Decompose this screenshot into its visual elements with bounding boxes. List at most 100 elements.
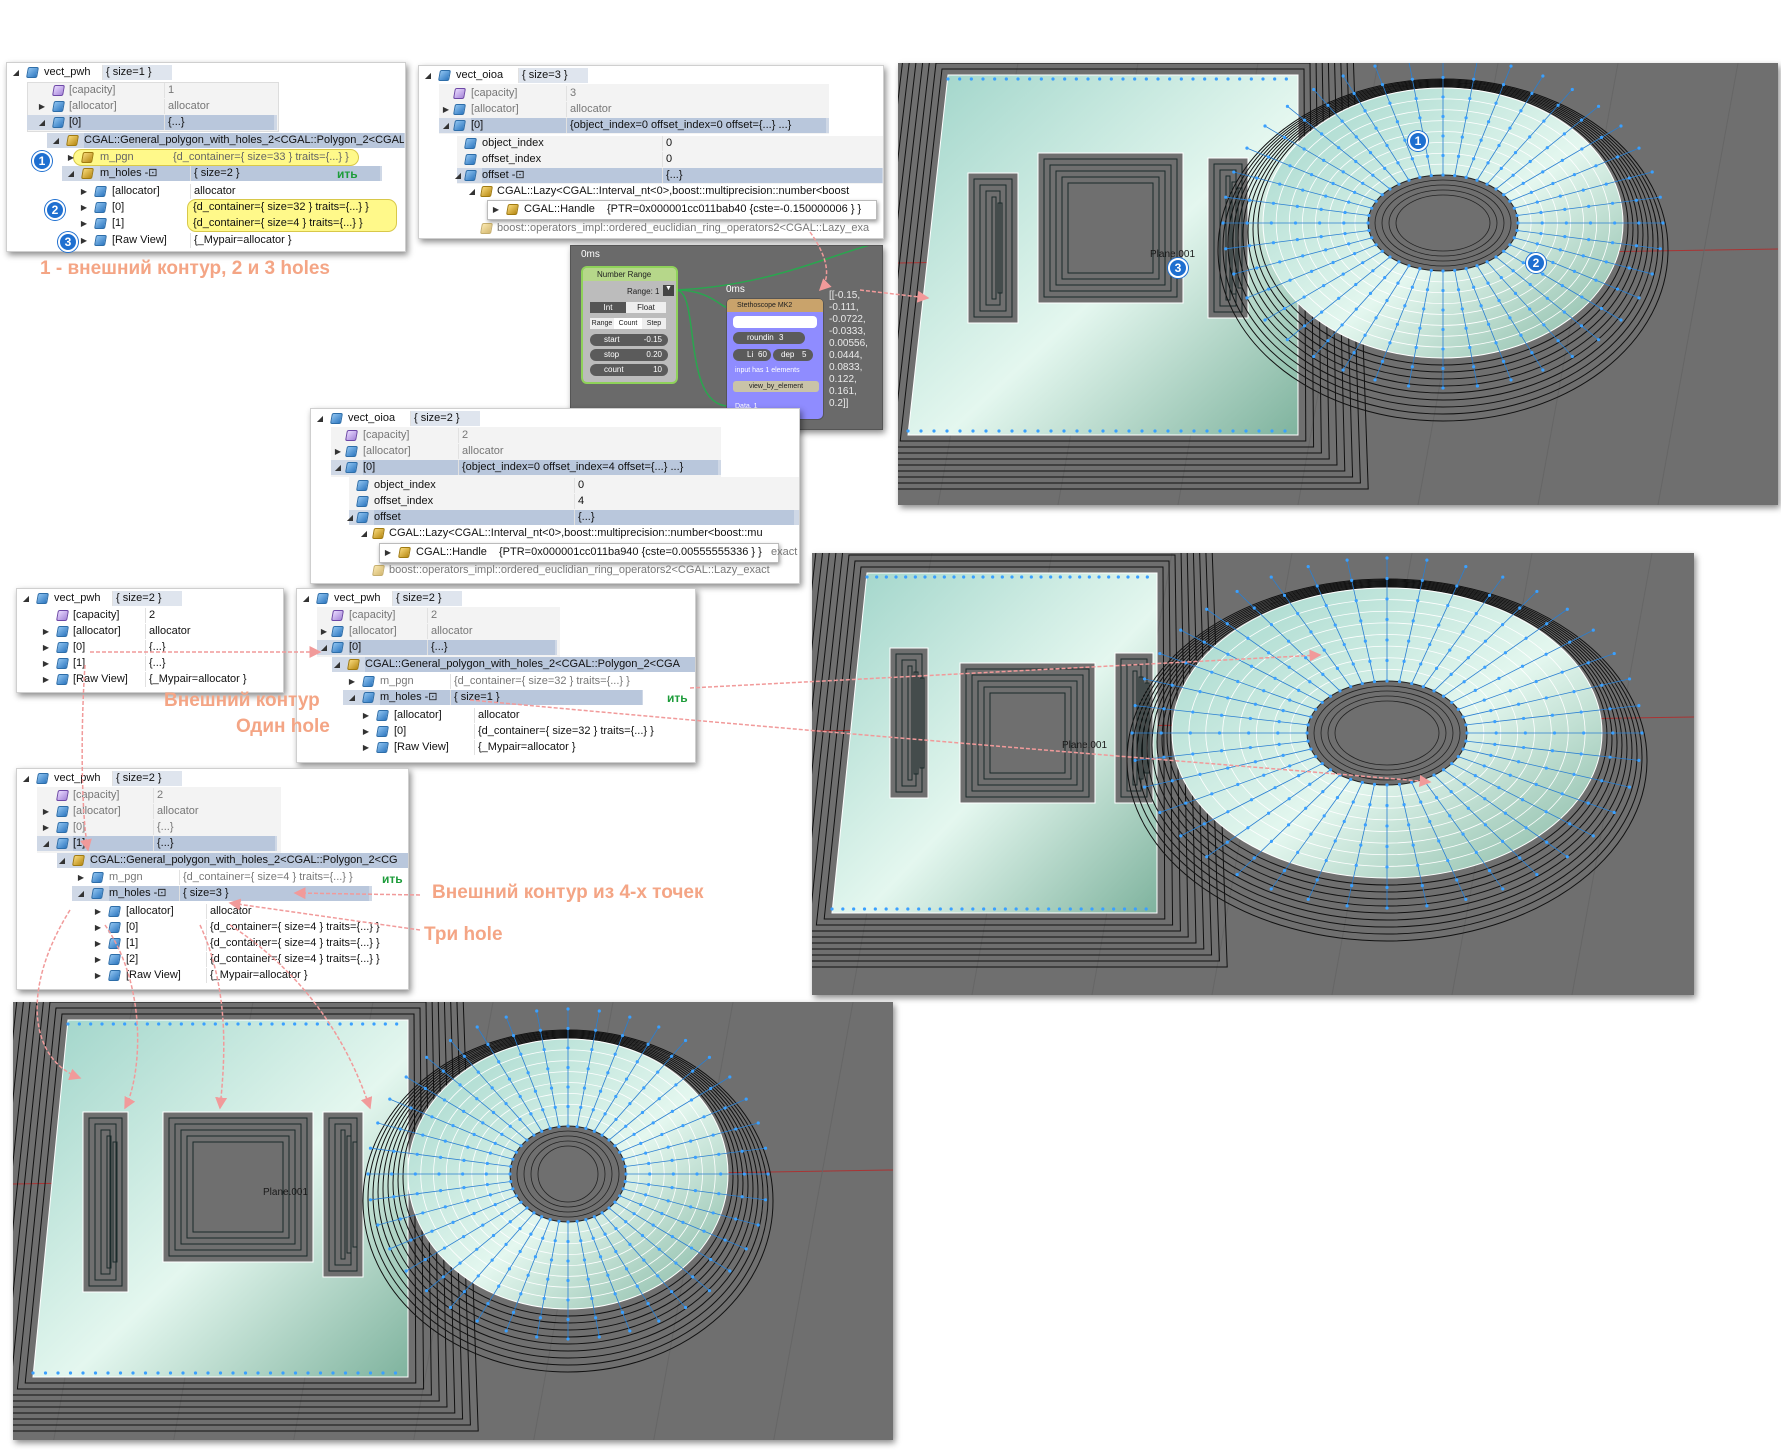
expand-triangle-icon[interactable]: ▶	[361, 724, 371, 739]
start-field[interactable]: start -0.15	[590, 334, 668, 346]
watch-row-offset[interactable]: ◢ offset {...}	[347, 510, 799, 525]
expand-triangle-icon[interactable]: ▶	[79, 184, 89, 199]
expand-triangle-icon[interactable]: ▶	[93, 952, 103, 967]
viewport-3d-top[interactable]: Plane.001 1 2 3	[898, 63, 1778, 505]
step-toggle[interactable]: Step	[642, 318, 666, 329]
viewport-3d-middle[interactable]: Plane.001	[812, 553, 1694, 995]
expand-triangle-icon[interactable]: ▶	[66, 150, 76, 165]
watch-row[interactable]: ▶ [1] {...}	[37, 656, 277, 671]
watch-row[interactable]: [capacity] 1	[27, 83, 277, 98]
dropdown-icon[interactable]: ▼	[663, 285, 674, 296]
watch-row-m-pgn[interactable]: ▶ m_pgn {d_container={ size=32 } traits={.…	[343, 674, 643, 689]
expand-triangle-icon[interactable]: ◢	[301, 591, 311, 606]
float-toggle[interactable]: Float	[626, 302, 666, 313]
watch-row[interactable]: ▶ [allocator] allocator	[37, 624, 277, 639]
expand-triangle-icon[interactable]: ◢	[51, 133, 61, 148]
watch-row-selected[interactable]: ◢ [0] {...}	[27, 115, 277, 130]
watch-row[interactable]: [capacity] 2	[37, 788, 277, 803]
watch-row-m-pgn[interactable]: ▶ m_pgn {d_container={ size=33 } traits={.…	[62, 150, 362, 165]
watch-row-offset[interactable]: ◢ offset -⊡ {...}	[455, 168, 883, 183]
watch-row[interactable]: ▶ [Raw View] {_Mypair=allocator }	[75, 233, 365, 248]
expand-triangle-icon[interactable]: ▶	[41, 640, 51, 655]
expand-triangle-icon[interactable]: ◢	[37, 115, 47, 130]
watch-row[interactable]: ▶ [allocator] allocator	[37, 804, 277, 819]
watch-row-handle[interactable]: ▶ CGAL::Handle {PTR=0x000001cc011ba940 {cs…	[379, 545, 779, 560]
expand-triangle-icon[interactable]: ▶	[76, 870, 86, 885]
watch-row-class[interactable]: ◢ CGAL::General_polygon_with_holes_2<CGAL…	[47, 133, 405, 148]
count-toggle[interactable]: Count	[614, 318, 642, 329]
watch-row[interactable]: [capacity] 2	[317, 608, 557, 623]
watch-row[interactable]: ▶ [Raw View] {_Mypair=allocator }	[37, 672, 277, 687]
expand-triangle-icon[interactable]: ▶	[93, 904, 103, 919]
expand-triangle-icon[interactable]: ◢	[319, 640, 329, 655]
watch-row[interactable]: ▶ [1] {d_container={ size=4 } traits={...}…	[89, 936, 389, 951]
watch-row[interactable]: [capacity] 3	[439, 86, 829, 101]
expand-triangle-icon[interactable]: ◢	[441, 118, 451, 133]
expand-triangle-icon[interactable]: ▶	[361, 740, 371, 755]
watch-row[interactable]: boost::operators_impl::ordered_euclidian…	[471, 221, 883, 236]
expand-triangle-icon[interactable]: ▶	[79, 200, 89, 215]
expand-triangle-icon[interactable]: ◢	[57, 853, 67, 868]
watch-row[interactable]: offset_index 0	[457, 152, 877, 167]
expand-triangle-icon[interactable]: ◢	[347, 690, 357, 705]
watch-row[interactable]: ▶ [Raw View] {_Mypair=allocator }	[89, 968, 389, 983]
watch-row-selected[interactable]: ◢ [0] {object_index=0 offset_index=4 offse…	[331, 460, 721, 475]
watch-row[interactable]: offset_index 4	[349, 494, 789, 509]
watch-row[interactable]: object_index 0	[457, 136, 877, 151]
expand-triangle-icon[interactable]: ▶	[93, 968, 103, 983]
expand-triangle-icon[interactable]: ▶	[41, 672, 51, 687]
expand-triangle-icon[interactable]: ▶	[41, 804, 51, 819]
watch-row-selected[interactable]: ◢ [1] {...}	[37, 836, 277, 851]
watch-row[interactable]: ▶ [allocator] allocator	[439, 102, 829, 117]
watch-row[interactable]: ▶ [allocator] allocator	[27, 99, 277, 114]
watch-row[interactable]: ▶ [allocator] allocator	[75, 184, 365, 199]
expand-triangle-icon[interactable]: ▶	[41, 624, 51, 639]
watch-row-root[interactable]: ◢ vect_pwh{ size=1 }	[7, 65, 405, 80]
watch-row-selected[interactable]: ◢ [0] {...}	[317, 640, 557, 655]
watch-row[interactable]: object_index 0	[349, 478, 789, 493]
watch-row-class[interactable]: ◢ CGAL::Lazy<CGAL::Interval_nt<0>,boost::…	[469, 184, 883, 199]
watch-row-root[interactable]: ◢ vect_oioa{ size=2 }	[311, 411, 791, 426]
li-field[interactable]: Li 60	[733, 349, 771, 361]
expand-triangle-icon[interactable]: ▶	[491, 202, 501, 217]
watch-row-m-holes[interactable]: ◢ m_holes -⊡{ size=3 }	[72, 886, 372, 901]
expand-triangle-icon[interactable]: ◢	[41, 836, 51, 851]
watch-row[interactable]: ▶ [Raw View] {_Mypair=allocator }	[357, 740, 657, 755]
watch-row-m-holes[interactable]: ◢ m_holes -⊡{ size=1 }	[343, 690, 643, 705]
watch-row[interactable]: ▶ [0] {...}	[37, 820, 277, 835]
expand-triangle-icon[interactable]: ▶	[41, 820, 51, 835]
watch-row-root[interactable]: ◢ vect_pwh{ size=2 }	[297, 591, 693, 606]
expand-triangle-icon[interactable]: ▶	[383, 545, 393, 560]
expand-triangle-icon[interactable]: ▶	[441, 102, 451, 117]
watch-row[interactable]: [capacity] 2	[37, 608, 277, 623]
expand-triangle-icon[interactable]: ◢	[66, 166, 76, 181]
expand-triangle-icon[interactable]: ◢	[76, 886, 86, 901]
watch-row-root[interactable]: ◢ vect_pwh{ size=2 }	[17, 591, 277, 606]
watch-row-root[interactable]: ◢ vect_pwh{ size=2 }	[17, 771, 407, 786]
expand-triangle-icon[interactable]: ▶	[79, 233, 89, 248]
watch-row[interactable]: ▶ [allocator] allocator	[331, 444, 721, 459]
expand-triangle-icon[interactable]: ◢	[423, 68, 433, 83]
watch-row[interactable]: ▶ [0] {d_container={ size=32 } traits={...…	[75, 200, 385, 215]
watch-row[interactable]: ▶ [0] {d_container={ size=4 } traits={...}…	[89, 920, 389, 935]
viewport-3d-bottom[interactable]: Plane.001	[13, 1002, 893, 1440]
expand-triangle-icon[interactable]: ◢	[21, 771, 31, 786]
range-toggle[interactable]: Range	[590, 318, 614, 329]
expand-triangle-icon[interactable]: ◢	[359, 526, 369, 541]
watch-row[interactable]: ▶ [1] {d_container={ size=4 } traits={...}…	[75, 216, 385, 231]
number-range-node[interactable]: Number Range Range: 1 ▼ Int Float Range …	[581, 266, 678, 384]
expand-triangle-icon[interactable]: ◢	[345, 510, 355, 525]
expand-triangle-icon[interactable]: ▶	[93, 920, 103, 935]
int-toggle[interactable]: Int	[590, 302, 626, 313]
expand-triangle-icon[interactable]: ◢	[315, 411, 325, 426]
expand-triangle-icon[interactable]: ▶	[347, 674, 357, 689]
expand-triangle-icon[interactable]: ▶	[93, 936, 103, 951]
watch-row-selected[interactable]: ◢ [0] {object_index=0 offset_index=0 offse…	[439, 118, 829, 133]
watch-row-class[interactable]: ◢ CGAL::General_polygon_with_holes_2<CGAL…	[332, 657, 695, 672]
dep-field[interactable]: dep 5	[773, 349, 813, 361]
expand-triangle-icon[interactable]: ◢	[467, 184, 477, 199]
expand-triangle-icon[interactable]: ◢	[453, 168, 463, 183]
watch-row[interactable]: ▶ [allocator] allocator	[357, 708, 657, 723]
expand-triangle-icon[interactable]: ▶	[41, 656, 51, 671]
roundin-field[interactable]: roundin 3	[733, 332, 805, 344]
